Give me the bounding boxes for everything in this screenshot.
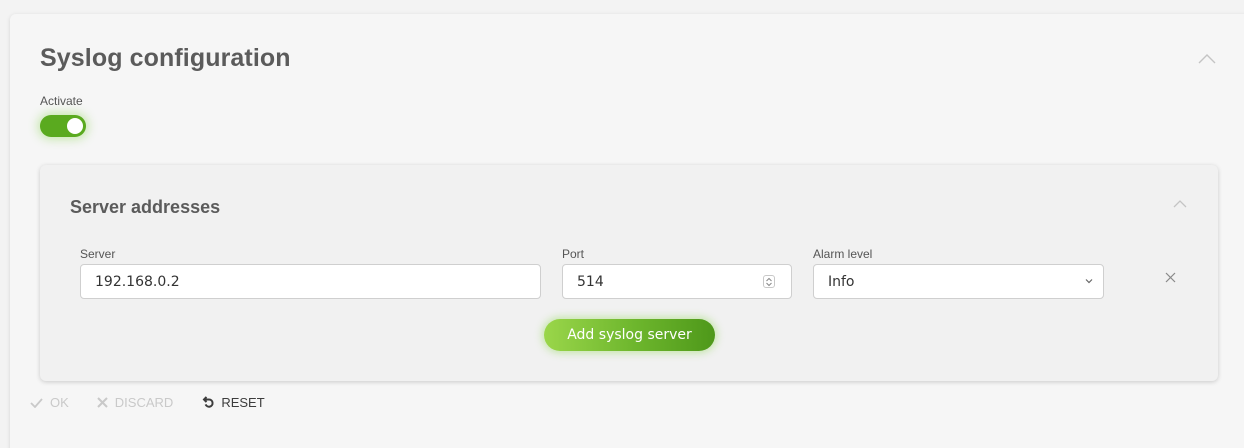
port-value: 514 — [577, 273, 604, 290]
discard-button[interactable]: DISCARD — [97, 395, 174, 410]
server-addresses-title: Server addresses — [70, 197, 221, 217]
server-addresses-panel: Server addresses Server Port Alarm level… — [40, 165, 1218, 381]
form-actions: OK DISCARD RESET — [30, 395, 293, 410]
collapse-section-button[interactable] — [1195, 49, 1219, 69]
syslog-configuration-panel: Syslog configuration Activate Server add… — [10, 14, 1244, 448]
activate-toggle[interactable] — [40, 115, 86, 137]
collapse-server-addresses-button[interactable] — [1170, 195, 1190, 213]
page-title: Syslog configuration — [40, 44, 291, 72]
ok-label: OK — [50, 395, 69, 410]
toggle-knob — [67, 118, 83, 134]
reset-label: RESET — [221, 395, 265, 410]
check-icon — [30, 397, 43, 408]
alarm-level-select[interactable]: Info — [813, 264, 1104, 299]
server-input[interactable]: 192.168.0.2 — [80, 264, 541, 299]
chevron-up-icon — [1173, 200, 1187, 208]
close-icon — [1165, 272, 1175, 282]
ok-button[interactable]: OK — [30, 395, 69, 410]
chevron-up-icon — [1198, 54, 1216, 64]
discard-label: DISCARD — [114, 395, 174, 410]
add-syslog-server-button[interactable]: Add syslog server — [544, 319, 715, 351]
remove-server-button[interactable] — [1160, 267, 1180, 287]
alarm-level-label: Alarm level — [813, 247, 873, 261]
chevron-down-icon — [1085, 279, 1093, 284]
port-input[interactable]: 514 — [562, 264, 792, 299]
server-label: Server — [80, 247, 116, 261]
undo-icon — [201, 396, 214, 409]
server-value: 192.168.0.2 — [95, 273, 180, 290]
reset-button[interactable]: RESET — [201, 395, 265, 410]
port-label: Port — [562, 247, 585, 261]
stepper-arrows-icon — [766, 277, 772, 286]
port-stepper[interactable] — [763, 275, 775, 288]
activate-label: Activate — [40, 94, 83, 108]
alarm-level-value: Info — [828, 273, 855, 290]
close-icon — [97, 397, 108, 408]
